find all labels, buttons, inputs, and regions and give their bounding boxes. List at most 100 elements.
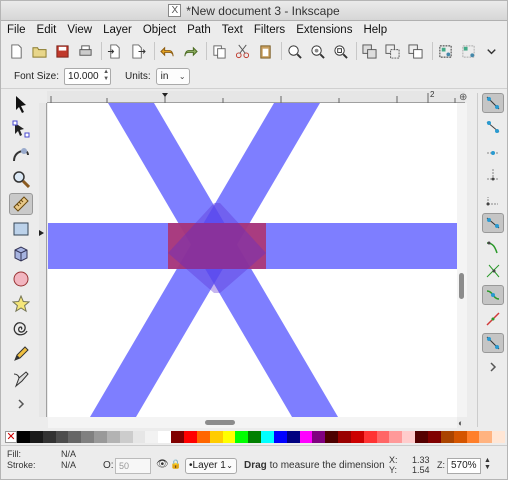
menu-view[interactable]: View <box>67 24 92 36</box>
menu-help[interactable]: Help <box>363 24 387 36</box>
tweak-tool[interactable] <box>9 143 33 165</box>
menu-path[interactable]: Path <box>187 24 211 36</box>
pencil-tool[interactable] <box>9 343 33 365</box>
lock-icon[interactable]: 🔒 <box>170 459 181 470</box>
palette-swatch[interactable] <box>17 431 30 443</box>
paste-icon[interactable] <box>258 43 273 59</box>
menu-text[interactable]: Text <box>222 24 243 36</box>
open-icon[interactable] <box>32 43 47 59</box>
palette-swatch[interactable] <box>389 431 403 443</box>
selector-tool[interactable] <box>9 93 33 115</box>
snap-bbox-corner[interactable] <box>482 165 504 185</box>
new-document-icon[interactable] <box>9 43 24 59</box>
zoom-tool[interactable] <box>9 168 33 190</box>
save-icon[interactable] <box>55 43 70 59</box>
export-icon[interactable] <box>130 43 146 59</box>
palette-swatch[interactable] <box>402 431 416 443</box>
snap-bbox-midpoint[interactable] <box>482 189 504 209</box>
node-tool[interactable] <box>9 118 33 140</box>
horizontal-scrollbar[interactable] <box>48 417 457 428</box>
palette-swatch[interactable] <box>209 431 223 443</box>
palette-swatch[interactable] <box>286 431 300 443</box>
box-3d-tool[interactable] <box>9 243 33 265</box>
palette-swatch[interactable] <box>55 431 69 443</box>
menu-filters[interactable]: Filters <box>254 24 285 36</box>
snap-nodes[interactable] <box>482 213 504 233</box>
menu-file[interactable]: File <box>7 24 26 36</box>
palette-swatch[interactable] <box>312 431 326 443</box>
font-size-input[interactable]: 10.000 ▲ ▼ <box>64 68 112 85</box>
cut-icon[interactable] <box>235 43 250 59</box>
menu-extensions[interactable]: Extensions <box>296 24 352 36</box>
snap-bbox[interactable] <box>482 117 504 137</box>
redo-icon[interactable] <box>183 43 198 59</box>
spiral-tool[interactable] <box>9 318 33 340</box>
vertical-ruler[interactable] <box>39 103 47 417</box>
palette-swatch[interactable] <box>261 431 274 443</box>
palette-swatch[interactable] <box>81 431 95 443</box>
lock-guides-icon[interactable]: ◐ <box>458 418 463 428</box>
zoom-drawing-icon[interactable] <box>310 43 325 59</box>
import-icon[interactable] <box>107 43 122 59</box>
duplicate-icon[interactable] <box>362 43 377 59</box>
palette-swatch[interactable] <box>492 431 506 443</box>
palette-swatch[interactable] <box>42 431 56 443</box>
palette-swatch[interactable] <box>440 431 454 443</box>
zoom-corner-icon[interactable]: ⊕ <box>459 92 467 103</box>
more-chevron-icon[interactable] <box>484 43 499 59</box>
ungroup-icon[interactable] <box>461 43 476 59</box>
palette-swatch[interactable] <box>106 431 120 443</box>
zoom-input[interactable]: 570% <box>447 458 481 474</box>
palette-swatch[interactable] <box>171 431 184 443</box>
palette-swatch[interactable] <box>479 431 493 443</box>
palette-swatch[interactable] <box>68 431 82 443</box>
measure-tool[interactable] <box>9 193 33 215</box>
palette-swatch[interactable] <box>222 431 236 443</box>
palette-swatch[interactable] <box>235 431 249 443</box>
canvas[interactable] <box>48 103 457 417</box>
group-icon[interactable] <box>437 43 452 59</box>
snap-paths[interactable] <box>482 237 504 257</box>
ellipse-tool[interactable] <box>9 268 33 290</box>
palette-swatch[interactable] <box>119 431 133 443</box>
snap-cusp-nodes[interactable] <box>482 285 504 305</box>
unlink-clone-icon[interactable] <box>408 43 424 59</box>
palette-swatch[interactable] <box>363 431 377 443</box>
menu-layer[interactable]: Layer <box>103 24 132 36</box>
palette-swatch[interactable] <box>132 431 146 443</box>
palette-swatch[interactable] <box>338 431 351 443</box>
clone-icon[interactable] <box>385 43 400 59</box>
snap-bbox-edge[interactable] <box>482 141 504 161</box>
palette-swatch[interactable] <box>428 431 441 443</box>
stroke-value[interactable]: N/A <box>61 460 76 470</box>
pen-tool[interactable] <box>9 368 33 390</box>
layer-select[interactable]: •Layer 1 ⌄ <box>185 458 237 474</box>
zoom-page-icon[interactable] <box>333 43 348 59</box>
no-paint-swatch[interactable]: ✕ <box>5 431 17 443</box>
palette-swatch[interactable] <box>376 431 390 443</box>
more-tools-chevron-icon[interactable] <box>9 393 33 415</box>
zoom-spin-icon[interactable]: ▲ ▼ <box>484 457 491 471</box>
menu-object[interactable]: Object <box>143 24 176 36</box>
more-snap-chevron-icon[interactable] <box>482 357 504 377</box>
palette-swatch[interactable] <box>29 431 43 443</box>
palette-swatch[interactable] <box>415 431 428 443</box>
palette-swatch[interactable] <box>466 431 480 443</box>
zoom-selection-icon[interactable] <box>287 43 302 59</box>
palette-swatch[interactable] <box>350 431 364 443</box>
units-select[interactable]: in ⌄ <box>155 68 190 85</box>
palette-swatch[interactable] <box>299 431 313 443</box>
palette-swatch[interactable] <box>196 431 210 443</box>
snap-smooth-nodes[interactable] <box>482 309 504 329</box>
palette-swatch[interactable] <box>325 431 339 443</box>
horizontal-ruler[interactable]: 2 <box>47 90 465 103</box>
star-tool[interactable] <box>9 293 33 315</box>
horizontal-scroll-thumb[interactable] <box>205 420 235 425</box>
fill-value[interactable]: N/A <box>61 449 76 459</box>
palette-swatch[interactable] <box>273 431 287 443</box>
menu-edit[interactable]: Edit <box>37 24 57 36</box>
palette-swatch[interactable] <box>145 431 159 443</box>
palette-swatch[interactable] <box>248 431 262 443</box>
print-icon[interactable] <box>78 43 93 59</box>
palette-swatch[interactable] <box>94 431 107 443</box>
